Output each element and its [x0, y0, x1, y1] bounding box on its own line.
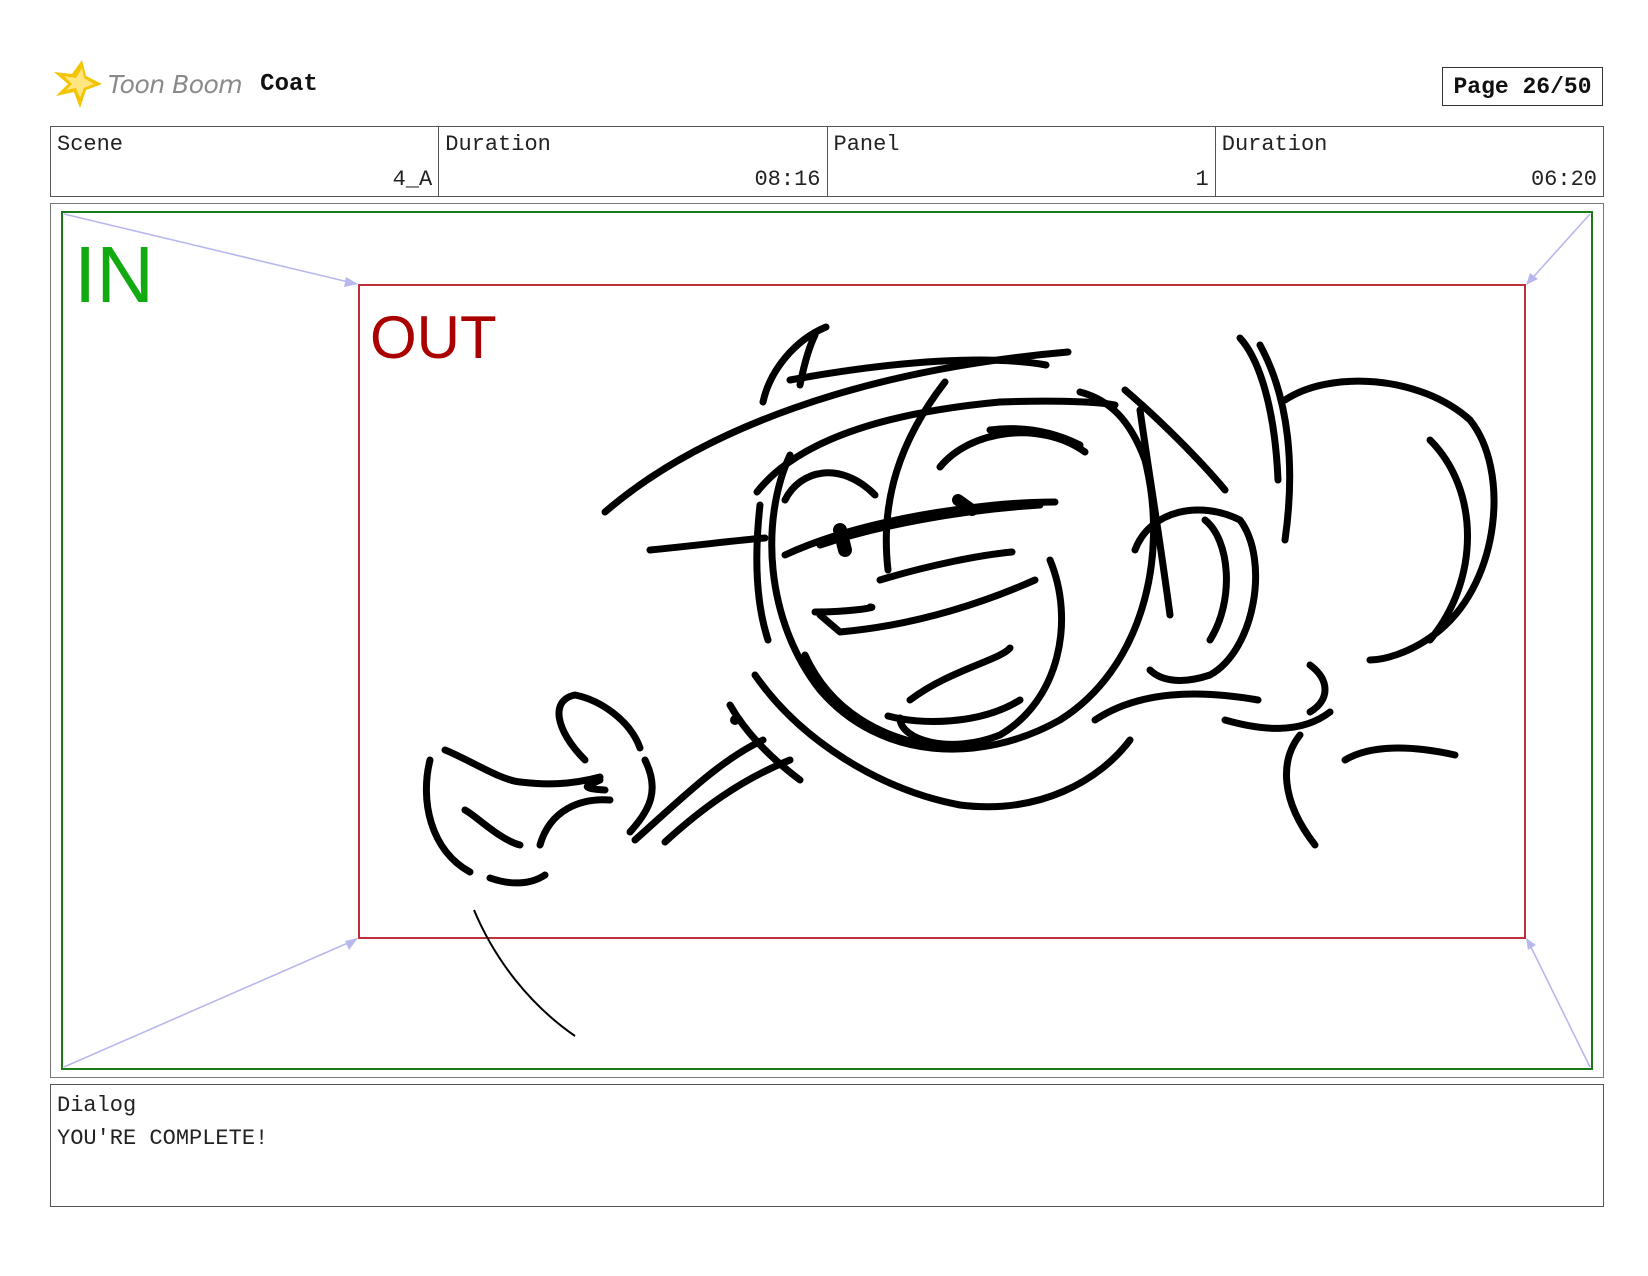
dialog-box: Dialog YOU'RE COMPLETE! [50, 1084, 1604, 1207]
out-label: OUT [370, 304, 497, 371]
character-sketch [422, 323, 1498, 887]
camera-guides [63, 213, 1591, 1068]
in-label: IN [74, 230, 154, 319]
dialog-text: YOU'RE COMPLETE! [57, 1126, 269, 1151]
in-frame [61, 211, 1593, 1070]
dialog-label: Dialog [57, 1093, 137, 1118]
motion-line [473, 909, 576, 1037]
